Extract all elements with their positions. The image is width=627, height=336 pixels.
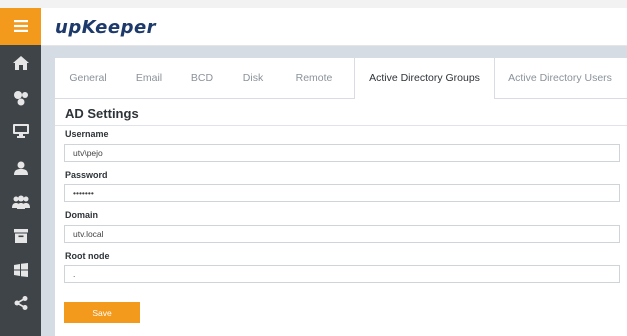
- tab-general[interactable]: General: [55, 58, 121, 98]
- share-icon: [14, 295, 28, 314]
- users-icon: [11, 194, 30, 213]
- monitor-icon: [12, 123, 29, 142]
- domain-field[interactable]: [64, 225, 620, 243]
- root-node-field[interactable]: [64, 265, 620, 283]
- section-divider: [55, 125, 627, 126]
- app-logo[interactable]: upKeeper: [55, 17, 156, 38]
- tab-disk[interactable]: Disk: [227, 58, 279, 98]
- user-icon: [13, 160, 28, 179]
- hamburger-icon: [13, 17, 28, 36]
- tab-bar: General Email BCD Disk Remote Active Dir…: [55, 58, 627, 99]
- sidebar-item-apps[interactable]: [0, 86, 41, 114]
- windows-icon: [13, 262, 28, 281]
- content-area: General Email BCD Disk Remote Active Dir…: [41, 46, 627, 336]
- tab-active-directory-groups[interactable]: Active Directory Groups: [354, 58, 495, 99]
- root-node-label: Root node: [65, 251, 110, 261]
- apps-icon: [12, 90, 30, 110]
- section-title: AD Settings: [65, 106, 139, 121]
- sidebar-item-devices[interactable]: [0, 118, 41, 146]
- password-label: Password: [65, 170, 108, 180]
- settings-panel: General Email BCD Disk Remote Active Dir…: [55, 58, 627, 336]
- sidebar-item-archive[interactable]: [0, 223, 41, 251]
- sidebar-item-share[interactable]: [0, 290, 41, 318]
- save-button[interactable]: Save: [64, 302, 140, 323]
- home-icon: [12, 55, 29, 74]
- tab-email[interactable]: Email: [121, 58, 177, 98]
- menu-button[interactable]: [0, 8, 41, 45]
- username-field[interactable]: [64, 144, 620, 162]
- password-field[interactable]: [64, 184, 620, 202]
- sidebar-item-home[interactable]: [0, 50, 41, 78]
- tab-bcd[interactable]: BCD: [177, 58, 227, 98]
- username-label: Username: [65, 129, 109, 139]
- sidebar-item-windows[interactable]: [0, 257, 41, 285]
- tab-active-directory-users[interactable]: Active Directory Users: [495, 58, 625, 98]
- top-strip: [0, 0, 627, 8]
- header: upKeeper: [41, 8, 627, 46]
- archive-icon: [13, 228, 28, 247]
- sidebar-item-user[interactable]: [0, 155, 41, 183]
- tab-remote[interactable]: Remote: [279, 58, 349, 98]
- domain-label: Domain: [65, 210, 99, 220]
- sidebar-item-users[interactable]: [0, 189, 41, 217]
